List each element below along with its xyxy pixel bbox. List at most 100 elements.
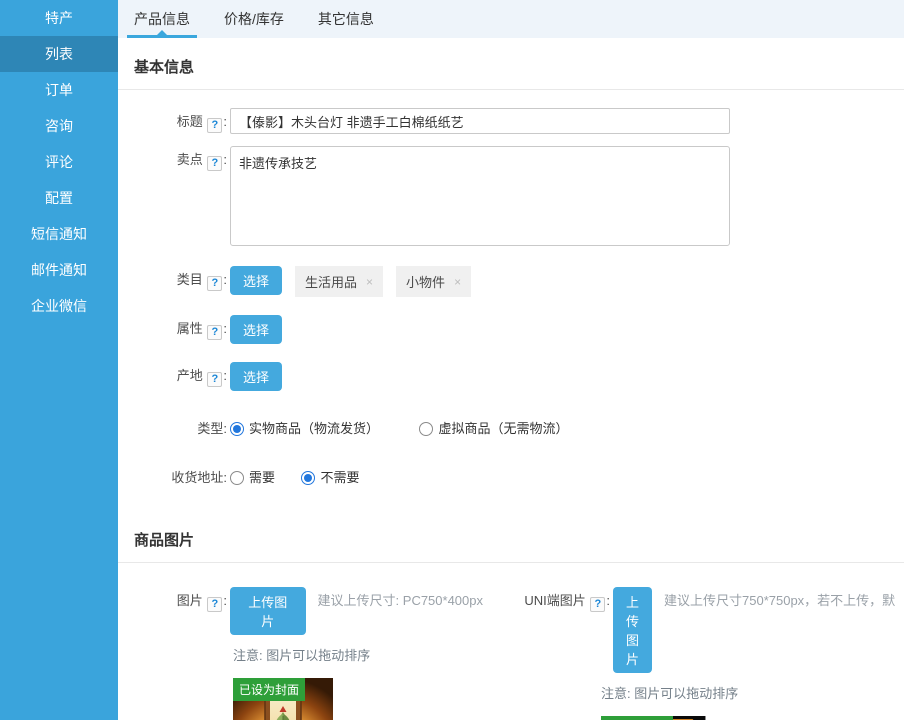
category-label: 类目 ?:: [118, 266, 230, 294]
radio-address-not-required[interactable]: 不需要: [301, 464, 359, 492]
sidebar-item-reviews[interactable]: 评论: [0, 144, 118, 180]
uni-image-head: UNI端图片 ?: 上传图片 建议上传尺寸750*750px，若不上传，默: [483, 587, 848, 673]
uni-image-column: UNI端图片 ?: 上传图片 建议上传尺寸750*750px，若不上传，默 注意…: [483, 587, 848, 720]
selling-point-label: 卖点 ?:: [118, 146, 230, 174]
title-label: 标题 ?:: [118, 108, 230, 136]
radio-icon: [230, 422, 244, 436]
address-label: 收货地址:: [118, 464, 230, 492]
sidebar-item-email-notify[interactable]: 邮件通知: [0, 252, 118, 288]
origin-label: 产地 ?:: [118, 362, 230, 390]
pc-image-help-icon[interactable]: ?: [207, 597, 222, 612]
product-edit-page: 特产 列表 订单 咨询 评论 配置 短信通知 邮件通知 企业微信 产品信息 价格…: [0, 0, 904, 720]
uni-upload-hint: 建议上传尺寸750*750px，若不上传，默: [664, 587, 895, 614]
radio-address-required[interactable]: 需要: [230, 464, 275, 492]
attribute-row: 属性 ?: 选择: [118, 315, 904, 344]
sidebar: 特产 列表 订单 咨询 评论 配置 短信通知 邮件通知 企业微信: [0, 0, 118, 720]
title-row: 标题 ?:: [118, 108, 904, 136]
pc-upload-note: 注意: 图片可以拖动排序: [233, 645, 483, 664]
address-row: 收货地址: 需要 不需要: [118, 464, 904, 495]
colon: :: [606, 593, 610, 608]
attribute-label-text: 属性: [177, 321, 203, 336]
sidebar-item-wecom[interactable]: 企业微信: [0, 288, 118, 324]
category-tag-text: 小物件: [406, 272, 445, 291]
pc-product-image[interactable]: 已设为封面: [233, 678, 333, 720]
radio-icon: [419, 422, 433, 436]
tag-remove-icon[interactable]: ×: [366, 275, 373, 289]
colon: :: [223, 272, 227, 287]
radio-virtual-goods[interactable]: 虚拟商品（无需物流）: [419, 415, 568, 443]
uni-image-label-text: UNI端图片: [524, 593, 585, 608]
colon: :: [223, 368, 227, 383]
address-options: 需要 不需要: [230, 464, 395, 495]
section-product-images: 商品图片: [118, 511, 904, 563]
type-label-text: 类型: [197, 421, 223, 436]
colon: :: [223, 593, 227, 608]
tab-other-info[interactable]: 其它信息: [318, 0, 374, 38]
attribute-help-icon[interactable]: ?: [207, 325, 222, 340]
category-row: 类目 ?: 选择 生活用品 × 小物件 ×: [118, 266, 904, 297]
tab-product-info[interactable]: 产品信息: [134, 0, 190, 38]
category-tag: 小物件 ×: [396, 266, 471, 297]
pc-image-head: 图片 ?: 上传图片 建议上传尺寸: PC750*400px: [118, 587, 483, 635]
category-help-icon[interactable]: ?: [207, 276, 222, 291]
pc-image-column: 图片 ?: 上传图片 建议上传尺寸: PC750*400px 注意: 图片可以拖…: [118, 587, 483, 720]
radio-label: 虚拟商品（无需物流）: [438, 415, 568, 443]
origin-select-button[interactable]: 选择: [230, 362, 282, 391]
radio-physical-goods[interactable]: 实物商品（物流发货）: [230, 415, 379, 443]
tab-price-stock[interactable]: 价格/库存: [224, 0, 284, 38]
title-help-icon[interactable]: ?: [207, 118, 222, 133]
colon: :: [223, 421, 227, 436]
main-panel: 产品信息 价格/库存 其它信息 基本信息 标题 ?: 卖点 ?: 非遗传承技艺: [118, 0, 904, 720]
pc-upload-hint: 建议上传尺寸: PC750*400px: [318, 587, 483, 614]
title-input[interactable]: [230, 108, 730, 134]
uni-product-image[interactable]: 已设为封面 蛋黄酥: [601, 716, 706, 720]
radio-icon: [301, 471, 315, 485]
selling-point-row: 卖点 ?: 非遗传承技艺: [118, 146, 904, 246]
pc-image-label: 图片 ?:: [118, 587, 230, 615]
attribute-select-button[interactable]: 选择: [230, 315, 282, 344]
sidebar-item-sms-notify[interactable]: 短信通知: [0, 216, 118, 252]
category-select-button[interactable]: 选择: [230, 266, 282, 295]
pc-upload-button[interactable]: 上传图片: [230, 587, 306, 635]
cover-badge: 已设为封面: [601, 716, 673, 720]
basic-info-form: 标题 ?: 卖点 ?: 非遗传承技艺 类目 ?: 选择: [118, 108, 904, 495]
cover-badge: 已设为封面: [233, 678, 305, 701]
image-upload-row: 图片 ?: 上传图片 建议上传尺寸: PC750*400px 注意: 图片可以拖…: [118, 563, 904, 720]
category-tag-text: 生活用品: [305, 272, 357, 291]
colon: :: [223, 470, 227, 485]
attribute-label: 属性 ?:: [118, 315, 230, 343]
colon: :: [223, 321, 227, 336]
uni-image-label: UNI端图片 ?:: [483, 587, 613, 615]
sidebar-item-settings[interactable]: 配置: [0, 180, 118, 216]
title-label-text: 标题: [177, 114, 203, 129]
category-tag: 生活用品 ×: [295, 266, 383, 297]
category-label-text: 类目: [177, 272, 203, 287]
selling-point-textarea[interactable]: 非遗传承技艺: [230, 146, 730, 246]
type-row: 类型: 实物商品（物流发货） 虚拟商品（无需物流）: [118, 415, 904, 446]
sidebar-header-techan[interactable]: 特产: [0, 0, 118, 36]
radio-icon: [230, 471, 244, 485]
sidebar-item-list[interactable]: 列表: [0, 36, 118, 72]
radio-label: 需要: [249, 464, 275, 492]
origin-row: 产地 ?: 选择: [118, 362, 904, 391]
uni-upload-note: 注意: 图片可以拖动排序: [601, 683, 848, 702]
address-label-text: 收货地址: [171, 470, 223, 485]
type-options: 实物商品（物流发货） 虚拟商品（无需物流）: [230, 415, 604, 446]
origin-label-text: 产地: [177, 368, 203, 383]
colon: :: [223, 114, 227, 129]
section-basic-info: 基本信息: [118, 38, 904, 90]
origin-help-icon[interactable]: ?: [207, 372, 222, 387]
tab-bar: 产品信息 价格/库存 其它信息: [118, 0, 904, 38]
uni-image-help-icon[interactable]: ?: [590, 597, 605, 612]
sidebar-item-inquiries[interactable]: 咨询: [0, 108, 118, 144]
uni-upload-button[interactable]: 上传图片: [613, 587, 652, 673]
colon: :: [223, 152, 227, 167]
tag-remove-icon[interactable]: ×: [454, 275, 461, 289]
type-label: 类型:: [118, 415, 230, 443]
selling-point-label-text: 卖点: [177, 152, 203, 167]
sidebar-item-orders[interactable]: 订单: [0, 72, 118, 108]
selling-point-help-icon[interactable]: ?: [207, 156, 222, 171]
pc-image-label-text: 图片: [177, 593, 203, 608]
radio-label: 不需要: [320, 464, 359, 492]
radio-label: 实物商品（物流发货）: [249, 415, 379, 443]
